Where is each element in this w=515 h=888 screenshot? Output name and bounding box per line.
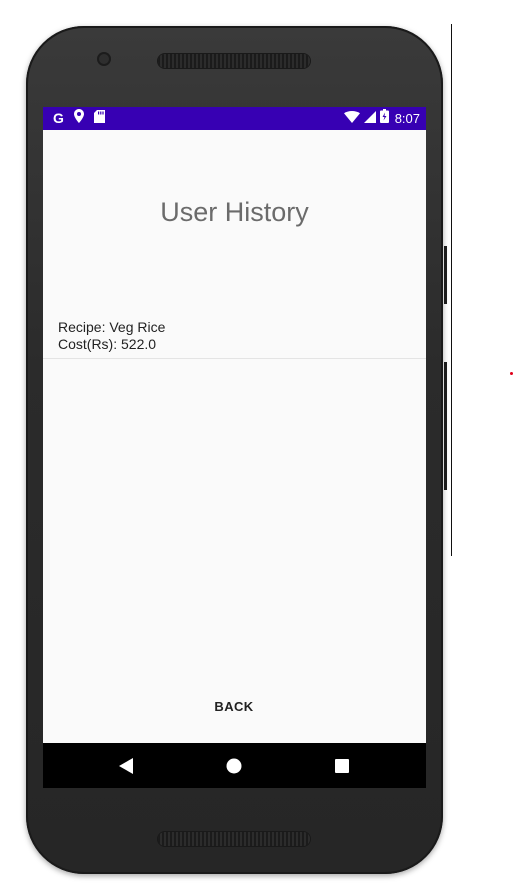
location-pin-icon: [73, 109, 84, 128]
front-camera-icon: [99, 54, 109, 64]
status-bar-left: G: [53, 109, 105, 128]
page-title: User History: [160, 197, 309, 227]
nav-back-icon[interactable]: [113, 753, 139, 779]
status-time: 8:07: [394, 111, 420, 126]
recipe-cost-text: Cost(Rs): 522.0: [58, 336, 157, 352]
nav-home-icon[interactable]: [221, 753, 247, 779]
sd-card-icon: [93, 109, 105, 128]
top-speaker-grille: [158, 54, 310, 68]
emulator-stage: G 8:07 User History Recipe: Veg Rice Cos…: [0, 0, 515, 888]
red-dot-marker: [510, 372, 513, 375]
back-button[interactable]: BACK: [184, 693, 284, 721]
battery-charging-icon: [379, 109, 389, 128]
app-screen: G 8:07 User History Recipe: Veg Rice Cos…: [43, 107, 426, 788]
volume-button[interactable]: [444, 246, 447, 304]
history-list-item[interactable]: Recipe: Veg Rice Cost(Rs): 522.0: [43, 318, 426, 359]
status-bar: G 8:07: [43, 107, 426, 130]
nav-recents-icon[interactable]: [329, 753, 355, 779]
cell-signal-icon: [363, 110, 376, 128]
bottom-speaker-grille: [158, 832, 310, 846]
google-icon: G: [53, 110, 64, 126]
power-button[interactable]: [444, 362, 447, 490]
window-edge-line: [451, 24, 452, 556]
system-nav-bar: [43, 743, 426, 788]
recipe-name-text: Recipe: Veg Rice: [58, 319, 166, 335]
status-bar-right: 8:07: [343, 109, 420, 128]
wifi-icon: [343, 110, 360, 128]
